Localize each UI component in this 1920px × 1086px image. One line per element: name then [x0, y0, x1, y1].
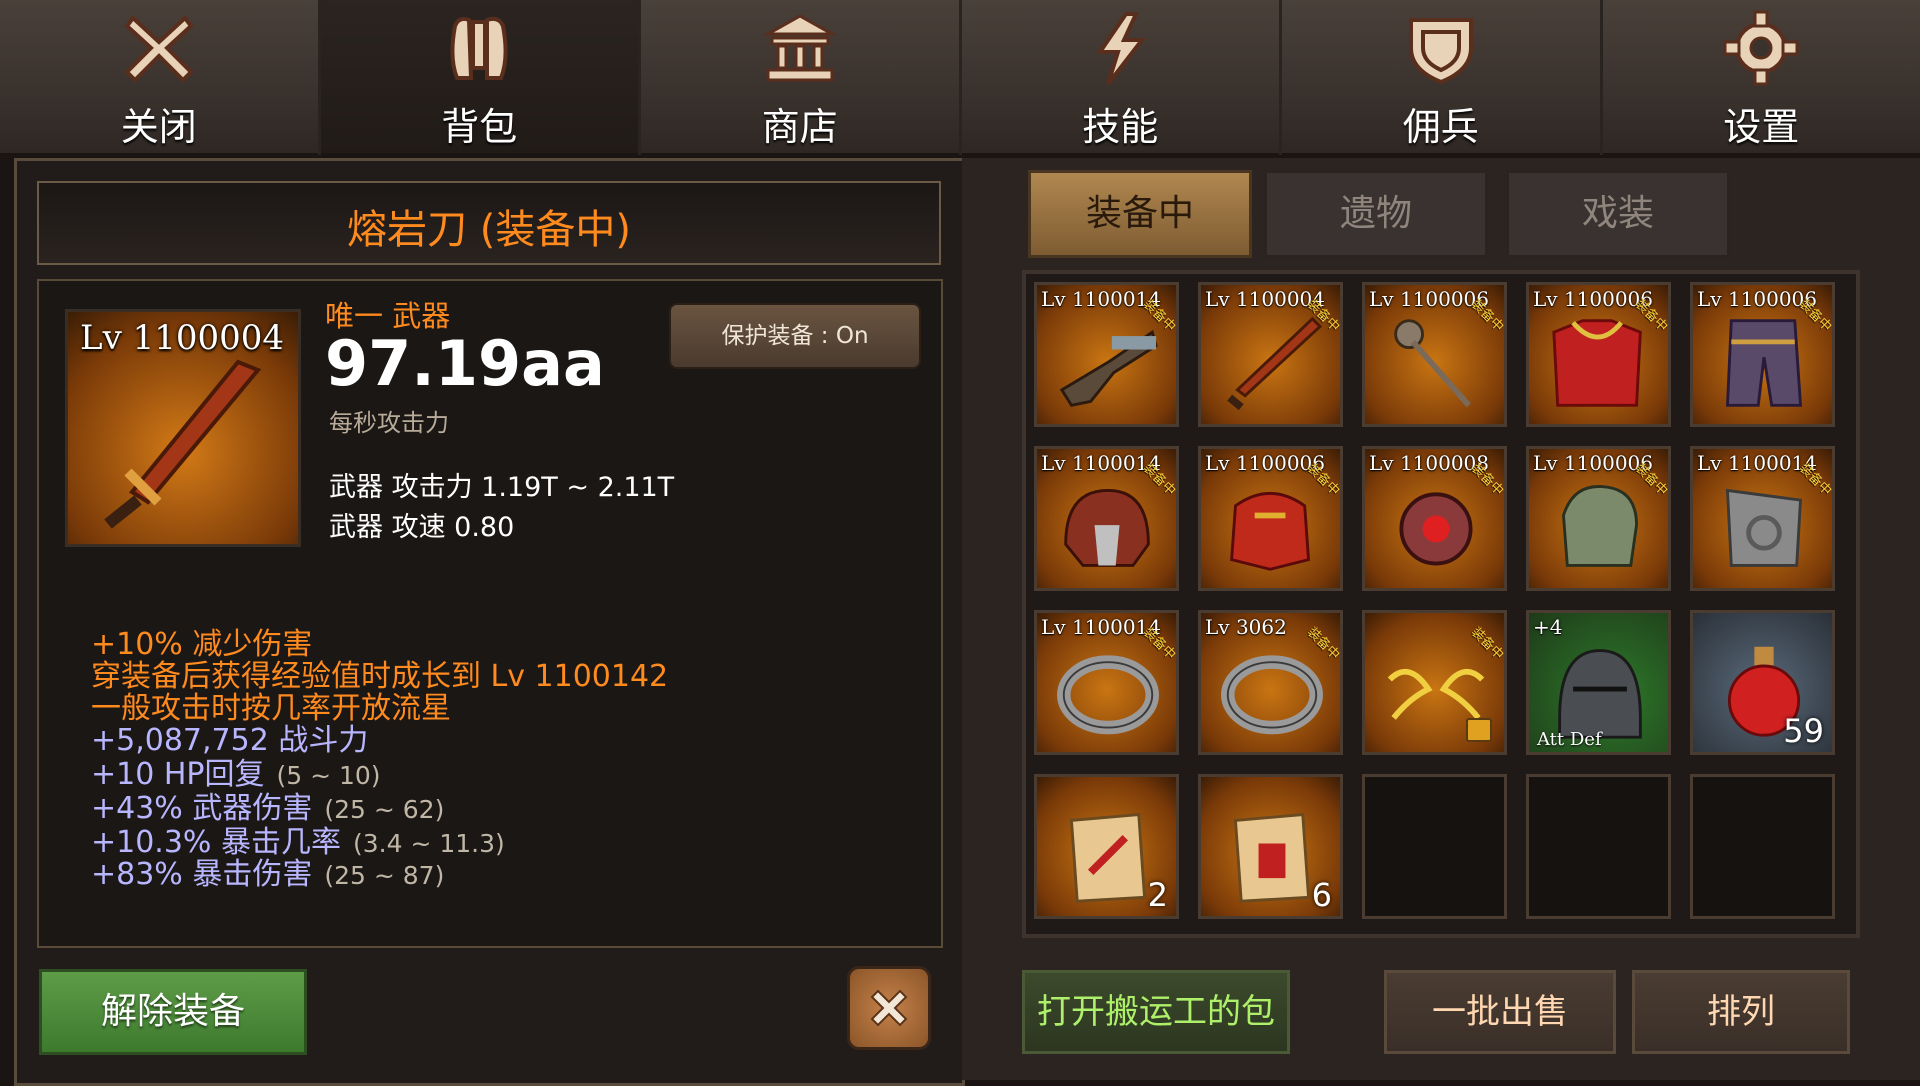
- stat-speed: 武器 攻速 0.80: [329, 505, 514, 544]
- mace-staff-icon: [1380, 313, 1492, 413]
- lock-icon: [1466, 718, 1492, 742]
- nav-shop-button[interactable]: 商店: [641, 0, 959, 155]
- inventory-slot[interactable]: Lv 1100014装备中: [1690, 446, 1835, 591]
- tab-relics[interactable]: 遗物: [1264, 170, 1488, 258]
- bulk-sell-button[interactable]: 一批出售: [1384, 970, 1616, 1054]
- inventory-slot[interactable]: 2: [1034, 774, 1179, 919]
- nav-close-button[interactable]: 关闭: [0, 0, 318, 155]
- inventory-grid: Lv 1100014装备中Lv 1100004装备中Lv 1100006装备中L…: [1022, 270, 1860, 938]
- inventory-slot[interactable]: Lv 1100004装备中: [1198, 282, 1343, 427]
- inventory-slot[interactable]: Lv 1100014装备中: [1034, 446, 1179, 591]
- inventory-slot[interactable]: Lv 1100006装备中: [1198, 446, 1343, 591]
- top-navigation: 关闭 背包 商店 技能 佣兵 设置: [0, 0, 1920, 155]
- inventory-slot[interactable]: Lv 3062装备中: [1198, 610, 1343, 755]
- lightning-icon: [1080, 8, 1160, 88]
- tab-costumes[interactable]: 戏装: [1506, 170, 1730, 258]
- helmet-icon: [1052, 477, 1164, 577]
- ring-icon: [1216, 641, 1328, 741]
- shield-icon: [1401, 8, 1481, 88]
- gear-icon: [1721, 8, 1801, 88]
- sort-button[interactable]: 排列: [1632, 970, 1850, 1054]
- amulet-icon: [1380, 477, 1492, 577]
- item-detail-panel: 熔岩刀 (装备中) Lv 1100004 唯一 武器 97.19aa 每秒攻击力…: [14, 158, 965, 1086]
- cloak-icon: [1708, 477, 1820, 577]
- item-portrait: Lv 1100004: [65, 309, 301, 547]
- bonus-stat: +83% 暴击伤害 (25 ~ 87): [91, 849, 444, 893]
- ring-icon: [1052, 641, 1164, 741]
- inventory-slot[interactable]: 装备中: [1362, 610, 1507, 755]
- bonus-range: (25 ~ 87): [324, 861, 444, 890]
- stack-count: 59: [1783, 712, 1824, 750]
- nav-label: 设置: [1603, 96, 1920, 151]
- inventory-slot[interactable]: Lv 1100006装备中: [1526, 446, 1671, 591]
- inventory-slot[interactable]: Lv 1100006装备中: [1362, 282, 1507, 427]
- nav-label: 背包: [321, 96, 639, 151]
- inventory-slot[interactable]: 6: [1198, 774, 1343, 919]
- inventory-slot[interactable]: Lv 1100008装备中: [1362, 446, 1507, 591]
- inventory-slot[interactable]: +4 Att Def: [1526, 610, 1671, 755]
- nav-settings-button[interactable]: 设置: [1603, 0, 1920, 155]
- open-porter-bag-button[interactable]: 打开搬运工的包: [1022, 970, 1290, 1054]
- shoulder-armor-icon: [1216, 477, 1328, 577]
- nav-label: 商店: [641, 96, 959, 151]
- stat-compare-arrows: Att Def: [1537, 729, 1602, 750]
- steel-gauntlet-icon: [1544, 477, 1656, 577]
- lava-blade-icon: [88, 352, 278, 532]
- nav-mercenary-button[interactable]: 佣兵: [1282, 0, 1600, 155]
- slot-level: +4: [1533, 615, 1562, 639]
- inventory-slot[interactable]: Lv 1100014装备中: [1034, 282, 1179, 427]
- protect-equipment-toggle[interactable]: 保护装备 : On: [669, 303, 921, 369]
- inventory-slot[interactable]: 59: [1690, 610, 1835, 755]
- flintlock-gun-icon: [1052, 313, 1164, 413]
- backpack-icon: [439, 8, 519, 88]
- nav-skills-button[interactable]: 技能: [962, 0, 1280, 155]
- knight-helmet-icon: [1544, 641, 1656, 741]
- nav-label: 技能: [962, 96, 1280, 151]
- leg-armor-icon: [1708, 313, 1820, 413]
- inventory-slot-empty[interactable]: [1690, 774, 1835, 919]
- nav-label: 佣兵: [1282, 96, 1600, 151]
- inventory-slot[interactable]: Lv 1100006装备中: [1690, 282, 1835, 427]
- inventory-slot[interactable]: Lv 1100006装备中: [1526, 282, 1671, 427]
- red-armor-icon: [1544, 313, 1656, 413]
- close-detail-button[interactable]: [847, 966, 931, 1050]
- slot-level: Lv 3062: [1205, 615, 1287, 639]
- bonus-text: +83% 暴击伤害: [91, 857, 312, 892]
- item-title: 熔岩刀 (装备中): [39, 197, 939, 255]
- item-dps: 97.19aa: [325, 327, 605, 400]
- inventory-slot-empty[interactable]: [1362, 774, 1507, 919]
- stack-count: 6: [1312, 876, 1332, 914]
- inventory-slot[interactable]: Lv 1100014装备中: [1034, 610, 1179, 755]
- stack-count: 2: [1148, 876, 1168, 914]
- item-info-box: Lv 1100004 唯一 武器 97.19aa 每秒攻击力 保护装备 : On…: [37, 279, 943, 948]
- close-icon: [119, 8, 199, 88]
- dps-label: 每秒攻击力: [329, 403, 449, 438]
- item-title-bar: 熔岩刀 (装备中): [37, 181, 941, 265]
- inventory-slot-empty[interactable]: [1526, 774, 1671, 919]
- tab-equipped[interactable]: 装备中: [1028, 170, 1252, 258]
- shop-icon: [760, 8, 840, 88]
- nav-backpack-button[interactable]: 背包: [321, 0, 639, 155]
- nav-label: 关闭: [0, 96, 318, 151]
- stat-attack: 武器 攻击力 1.19T ~ 2.11T: [329, 465, 674, 504]
- lava-blade-icon: [1216, 313, 1328, 413]
- unequip-button[interactable]: 解除装备: [39, 969, 307, 1055]
- close-icon: [864, 983, 914, 1033]
- inventory-panel: 装备中 遗物 戏装 Lv 1100014装备中Lv 1100004装备中Lv 1…: [962, 158, 1920, 1080]
